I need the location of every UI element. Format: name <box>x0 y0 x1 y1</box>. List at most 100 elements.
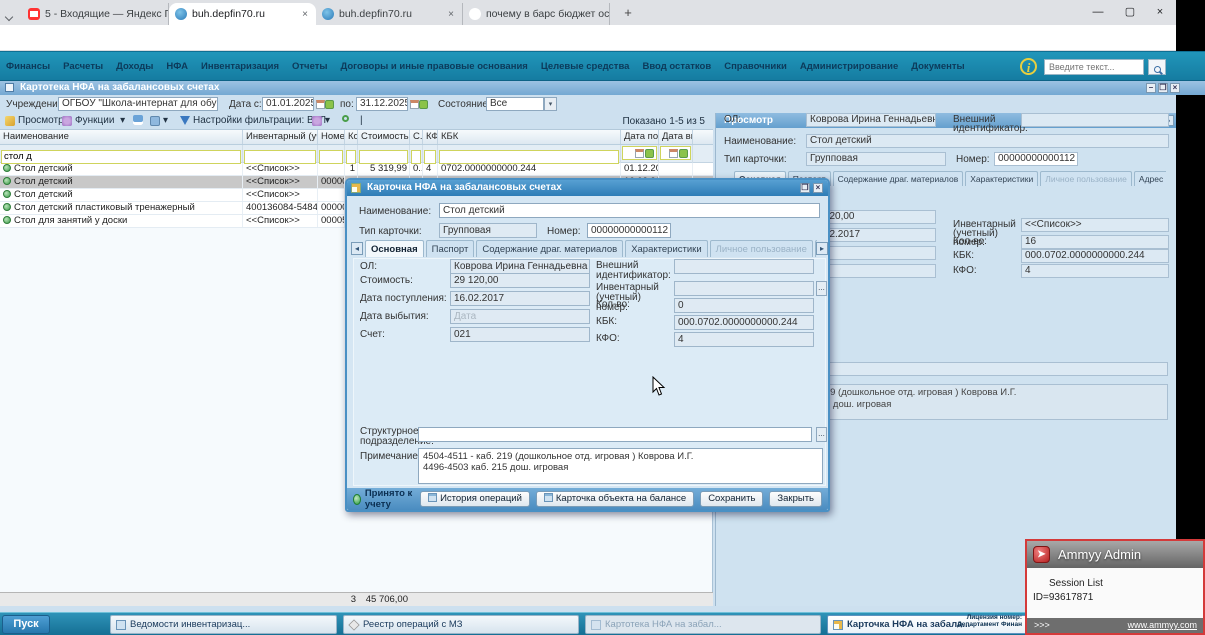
app-minimize-icon[interactable]: – <box>1146 83 1156 93</box>
modal-close-icon[interactable]: × <box>813 183 823 193</box>
column-header[interactable]: Номер <box>318 130 345 144</box>
column-header[interactable]: Инвентарный (уче... <box>243 130 318 144</box>
history-button[interactable]: История операций <box>420 491 530 507</box>
menu-item[interactable]: Инвентаризация <box>201 61 279 72</box>
date-from-input[interactable]: 01.01.2025 <box>262 97 314 111</box>
struct-input[interactable] <box>418 427 812 442</box>
app-close-icon[interactable]: × <box>1170 83 1180 93</box>
tab-close-icon[interactable]: × <box>300 9 310 20</box>
state-select[interactable]: Все <box>486 97 544 111</box>
browser-tab[interactable]: ​ почему в барс бюджет основ × <box>463 3 610 25</box>
kbk-filter-input[interactable] <box>439 149 619 164</box>
functions-button[interactable]: Функции ▾ <box>62 115 125 126</box>
field-input[interactable]: 4 <box>674 332 814 347</box>
preview-tab[interactable]: Содержание драг. материалов <box>832 171 964 186</box>
menu-item[interactable]: Справочники <box>724 61 787 72</box>
clear-icon[interactable] <box>679 148 688 158</box>
view-button[interactable]: Просмотр <box>5 115 64 126</box>
tabs-scroll-left-icon[interactable]: ◂ <box>351 242 363 255</box>
menu-item[interactable]: Доходы <box>116 61 153 72</box>
menu-item[interactable]: Целевые средства <box>541 61 630 72</box>
date-from-calendar-icon[interactable] <box>316 99 334 110</box>
lookup-ellipsis-button[interactable]: ... <box>816 281 827 296</box>
taskbar-button[interactable]: Картотека НФА на забал... <box>585 615 821 634</box>
menu-item[interactable]: Расчеты <box>63 61 103 72</box>
taskbar-button[interactable]: Ведомости инвентаризац... <box>110 615 337 634</box>
menu-item[interactable]: Финансы <box>6 61 50 72</box>
window-minimize-icon[interactable]: — <box>1090 5 1106 21</box>
preview-tab[interactable]: Адрес <box>1133 171 1166 186</box>
date-in-filter[interactable] <box>622 146 657 160</box>
column-header[interactable]: Дата по... <box>621 130 659 144</box>
ammyy-titlebar[interactable]: ➤ Ammyy Admin <box>1027 541 1203 568</box>
preview-tab[interactable]: Характеристики <box>965 171 1039 186</box>
calendar-icon[interactable] <box>635 148 644 158</box>
menu-item[interactable]: Документы <box>911 61 964 72</box>
inventory-filter-input[interactable] <box>244 149 316 164</box>
new-tab-button[interactable]: + <box>620 5 636 21</box>
column-header[interactable]: КБК <box>438 130 621 144</box>
window-close-icon[interactable]: × <box>1152 5 1168 21</box>
list-button[interactable] <box>133 115 143 125</box>
menu-item[interactable]: НФА <box>166 61 188 72</box>
modal-tab[interactable]: Содержание драг. материалов <box>476 240 624 257</box>
modal-tab[interactable]: Паспорт <box>425 240 475 257</box>
balance-card-button[interactable]: Карточка объекта на балансе <box>535 491 695 507</box>
menu-item[interactable]: Отчеты <box>292 61 327 72</box>
state-dropdown-icon[interactable]: ▾ <box>544 97 557 111</box>
menu-item[interactable]: Договоры и иные правовые основания <box>341 61 528 72</box>
field-input[interactable] <box>674 259 814 274</box>
window-maximize-icon[interactable]: ▢ <box>1122 5 1138 21</box>
date-to-calendar-icon[interactable] <box>410 99 428 110</box>
browser-tab[interactable]: ​ buh.depfin70.ru × <box>169 3 316 25</box>
lookup-ellipsis-button[interactable]: ... <box>816 427 827 442</box>
start-button[interactable]: Пуск <box>2 615 50 634</box>
menu-item[interactable]: Администрирование <box>800 61 898 72</box>
print-button[interactable]: ▾ <box>150 115 168 126</box>
c-filter-input[interactable] <box>411 149 421 164</box>
info-icon[interactable]: i <box>1020 58 1037 75</box>
close-button[interactable]: Закрыть <box>769 491 822 507</box>
calendar-icon[interactable] <box>669 148 678 158</box>
settings-button[interactable]: ▾ <box>312 115 330 126</box>
modal-titlebar[interactable]: Карточка НФА на забалансовых счетах ❐ × <box>347 180 828 196</box>
search-button[interactable] <box>1148 59 1166 75</box>
modal-number-input[interactable]: 00000000000112 <box>587 223 671 238</box>
taskbar-button[interactable]: Реестр операций с МЗ <box>343 615 579 634</box>
ammyy-session-list[interactable]: Session List <box>1049 578 1103 589</box>
tab-close-icon[interactable]: × <box>446 9 456 20</box>
tab-search-icon[interactable] <box>4 7 14 25</box>
modal-tab[interactable]: Личное пользование <box>709 240 813 257</box>
institution-input[interactable]: ОГБОУ "Школа-интернат для обучающихся с <box>58 97 218 111</box>
browser-tab[interactable]: ​ buh.depfin70.ru × <box>316 3 463 25</box>
browser-tab[interactable]: ​ 5 - Входящие — Яндекс Почта × <box>22 3 169 25</box>
column-header[interactable]: Стоимость <box>358 130 410 144</box>
preview-tab[interactable]: Личное пользование <box>1040 171 1132 186</box>
column-header[interactable]: Наименование <box>0 130 243 144</box>
save-button[interactable]: Сохранить <box>700 491 764 507</box>
qty-filter-input[interactable] <box>346 149 356 164</box>
column-header[interactable]: С... <box>410 130 423 144</box>
modal-name-input[interactable]: Стол детский <box>439 203 820 218</box>
tabs-scroll-right-icon[interactable]: ▸ <box>816 242 828 255</box>
kfo-filter-input[interactable] <box>424 149 436 164</box>
modal-maximize-icon[interactable]: ❐ <box>800 183 810 193</box>
name-filter-input[interactable] <box>1 149 241 164</box>
ammyy-expand-arrows[interactable]: >>> <box>1034 618 1050 632</box>
note-textarea[interactable]: 4504-4511 - каб. 219 (дошкольное отд. иг… <box>418 448 823 484</box>
filter-settings-button[interactable]: Настройки фильтрации: ВКЛ <box>180 115 326 126</box>
column-header[interactable]: Ко... <box>345 130 358 144</box>
date-to-input[interactable]: 31.12.2025 <box>356 97 408 111</box>
cost-filter-input[interactable] <box>359 149 408 164</box>
field-input[interactable]: 000.0702.0000000000.244 <box>674 315 814 330</box>
number-filter-input[interactable] <box>319 149 343 164</box>
column-header[interactable]: Дата вы... <box>659 130 693 144</box>
menu-item[interactable]: Ввод остатков <box>642 61 711 72</box>
refresh-button[interactable] <box>342 115 349 122</box>
modal-tab[interactable]: Основная <box>365 240 424 257</box>
app-restore-icon[interactable]: ❐ <box>1158 83 1168 93</box>
field-input[interactable] <box>674 281 814 296</box>
clear-icon[interactable] <box>645 148 654 158</box>
date-out-filter[interactable] <box>660 146 691 160</box>
modal-tab[interactable]: Характеристики <box>625 240 708 257</box>
